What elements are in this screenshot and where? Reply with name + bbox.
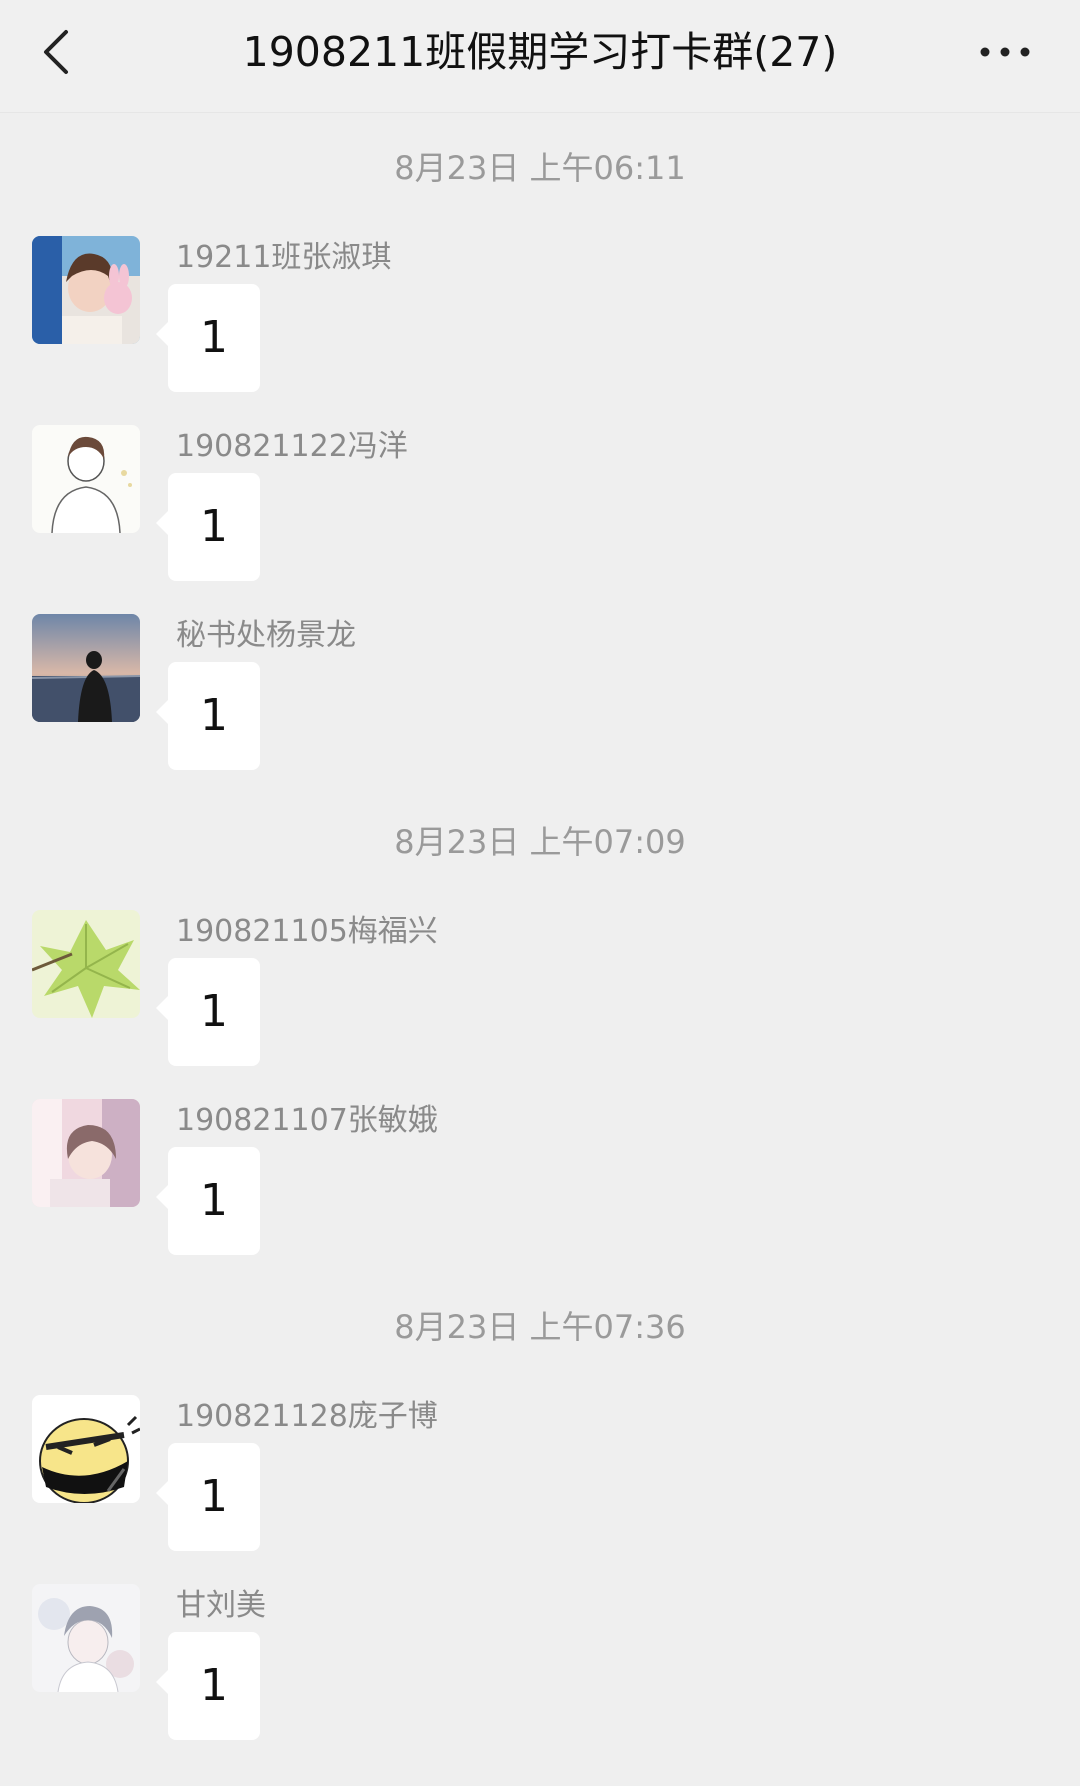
- message-bubble[interactable]: 1: [156, 958, 260, 1066]
- message-bubble[interactable]: 1: [156, 284, 260, 392]
- chevron-left-icon: [44, 30, 68, 74]
- message-row: 190821105梅福兴 1: [32, 910, 1032, 1070]
- message-row: 19211班张淑琪 1: [32, 236, 1032, 396]
- chat-window: 1908211班假期学习打卡群(27) 8月23日 上午06:11 19211班…: [0, 0, 1080, 1786]
- sender-name: 甘刘美: [176, 1588, 266, 1623]
- avatar[interactable]: [32, 236, 140, 344]
- message-bubble[interactable]: 1: [156, 473, 260, 581]
- message-bubble[interactable]: 1: [156, 1147, 260, 1255]
- message-row: 秘书处杨景龙 1: [32, 614, 1032, 774]
- timestamp: 8月23日 上午06:11: [394, 149, 686, 187]
- avatar[interactable]: [32, 1584, 140, 1692]
- sender-name: 19211班张淑琪: [176, 240, 392, 275]
- avatar[interactable]: [32, 614, 140, 722]
- back-button[interactable]: [30, 22, 90, 82]
- timestamp: 8月23日 上午07:36: [394, 1308, 686, 1346]
- title-bar: 1908211班假期学习打卡群(27): [0, 0, 1080, 113]
- sender-name: 秘书处杨景龙: [176, 618, 356, 653]
- message-bubble[interactable]: 1: [156, 1632, 260, 1740]
- message-row: 甘刘美 1: [32, 1584, 1032, 1744]
- message-row: 190821128庞子博 1: [32, 1395, 1032, 1555]
- avatar[interactable]: [32, 425, 140, 533]
- more-dots-icon: [980, 47, 1030, 57]
- sender-name: 190821105梅福兴: [176, 914, 438, 949]
- sender-name: 190821122冯洋: [176, 429, 408, 464]
- sender-name: 190821107张敏娥: [176, 1103, 438, 1138]
- message-row: 190821122冯洋 1: [32, 425, 1032, 585]
- message-bubble[interactable]: 1: [156, 1443, 260, 1551]
- chat-title: 1908211班假期学习打卡群(27): [242, 28, 838, 76]
- message-bubble[interactable]: 1: [156, 662, 260, 770]
- avatar[interactable]: [32, 1099, 140, 1207]
- avatar[interactable]: [32, 910, 140, 1018]
- message-row: 190821107张敏娥 1: [32, 1099, 1032, 1259]
- timestamp: 8月23日 上午07:09: [394, 823, 686, 861]
- sender-name: 190821128庞子博: [176, 1399, 438, 1434]
- more-button[interactable]: [970, 30, 1040, 74]
- avatar[interactable]: [32, 1395, 140, 1503]
